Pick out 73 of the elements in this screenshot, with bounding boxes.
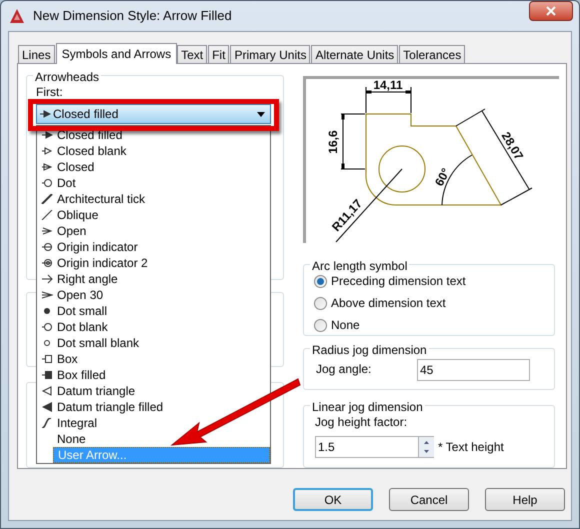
arrowhead-icon bbox=[39, 109, 51, 119]
dropdown-item[interactable]: Architectural tick bbox=[37, 191, 270, 207]
dropdown-item[interactable]: Dot blank bbox=[37, 319, 270, 335]
arrowhead-icon bbox=[41, 210, 53, 220]
arrowhead-icon bbox=[41, 418, 53, 428]
arrowhead-icon bbox=[41, 322, 53, 332]
radio-label: Preceding dimension text bbox=[331, 273, 466, 290]
arrowhead-icon bbox=[41, 226, 53, 236]
dropdown-item[interactable]: Oblique bbox=[37, 207, 270, 223]
dropdown-caret-icon bbox=[257, 112, 265, 116]
tab[interactable]: Primary Units bbox=[230, 45, 310, 63]
spin-up-icon[interactable] bbox=[419, 437, 434, 448]
dropdown-item[interactable]: Box filled bbox=[37, 367, 270, 383]
radio-label: Above dimension text bbox=[331, 295, 446, 312]
field-label: First: bbox=[36, 86, 63, 99]
radio-button[interactable] bbox=[314, 296, 327, 310]
dropdown-item[interactable]: Closed filled bbox=[37, 127, 270, 143]
dropdown-item[interactable]: Datum triangle filled bbox=[37, 399, 270, 415]
dropdown-item[interactable]: Right angle bbox=[37, 271, 270, 287]
tab[interactable]: Lines bbox=[18, 45, 55, 63]
jog-angle-field[interactable]: 45 bbox=[417, 359, 530, 382]
radio-label: None bbox=[331, 317, 360, 334]
arrowhead-icon bbox=[41, 338, 53, 348]
dropdown-item[interactable]: Closed blank bbox=[37, 143, 270, 159]
dropdown-item[interactable]: Origin indicator 2 bbox=[37, 255, 270, 271]
arrowhead-icon bbox=[41, 162, 53, 172]
dropdown-item[interactable]: Closed bbox=[37, 159, 270, 175]
dropdown-item[interactable]: Dot small bbox=[37, 303, 270, 319]
dialog-button[interactable]: Cancel bbox=[389, 488, 469, 511]
arrowhead-icon bbox=[41, 290, 53, 300]
dimension-text: 60° bbox=[432, 166, 453, 188]
dropdown-item[interactable]: None bbox=[37, 431, 270, 447]
dropdown-item[interactable]: Origin indicator bbox=[37, 239, 270, 255]
dropdown-item[interactable]: Open bbox=[37, 223, 270, 239]
arrowhead-icon bbox=[41, 370, 53, 380]
close-icon bbox=[546, 6, 556, 16]
window-title: New Dimension Style: Arrow Filled bbox=[33, 7, 232, 26]
arrowhead-icon bbox=[41, 258, 53, 268]
dropdown-item[interactable]: Box bbox=[37, 351, 270, 367]
dropdown-item[interactable]: Open 30 bbox=[37, 287, 270, 303]
jog-height-field[interactable]: 1.5 bbox=[315, 436, 419, 458]
unit-label: * Text height bbox=[438, 439, 504, 456]
dropdown-item[interactable]: Datum triangle bbox=[37, 383, 270, 399]
dropdown-item[interactable]: Integral bbox=[37, 415, 270, 431]
arrowhead-icon bbox=[41, 194, 53, 204]
arrowhead-icon bbox=[41, 146, 53, 156]
tab[interactable]: Symbols and Arrows bbox=[56, 43, 178, 64]
arrowhead-icon bbox=[41, 386, 53, 396]
tab[interactable]: Alternate Units bbox=[311, 45, 398, 63]
dropdown-item[interactable]: Dot bbox=[37, 175, 270, 191]
spin-down-icon[interactable] bbox=[419, 447, 434, 458]
arrowhead-icon bbox=[41, 130, 53, 140]
close-button[interactable] bbox=[529, 1, 573, 21]
tab[interactable]: Fit bbox=[208, 45, 230, 63]
arrowhead-icon bbox=[41, 354, 53, 364]
dimension-text: 16,6 bbox=[326, 130, 340, 154]
dropdown-item[interactable]: Dot small blank bbox=[37, 335, 270, 351]
arrowhead-icon bbox=[41, 242, 53, 252]
arrowhead-icon bbox=[41, 178, 53, 188]
tab[interactable]: Tolerances bbox=[399, 45, 466, 63]
field-label: Jog height factor: bbox=[315, 414, 408, 432]
arrowhead-icon bbox=[41, 274, 53, 284]
dialog-button[interactable]: OK bbox=[293, 488, 373, 511]
radio-button[interactable] bbox=[314, 274, 327, 288]
radio-button[interactable] bbox=[314, 318, 327, 332]
arrowhead-icon bbox=[41, 306, 53, 316]
arrowhead-icon bbox=[41, 402, 53, 412]
dialog-button[interactable]: Help bbox=[485, 488, 565, 511]
dropdown[interactable]: Closed filled bbox=[36, 104, 271, 124]
field-label: Jog angle: bbox=[316, 361, 372, 378]
tab[interactable]: Text bbox=[177, 45, 208, 63]
app-logo-icon bbox=[9, 8, 25, 24]
dimension-text: 14,11 bbox=[373, 79, 403, 92]
